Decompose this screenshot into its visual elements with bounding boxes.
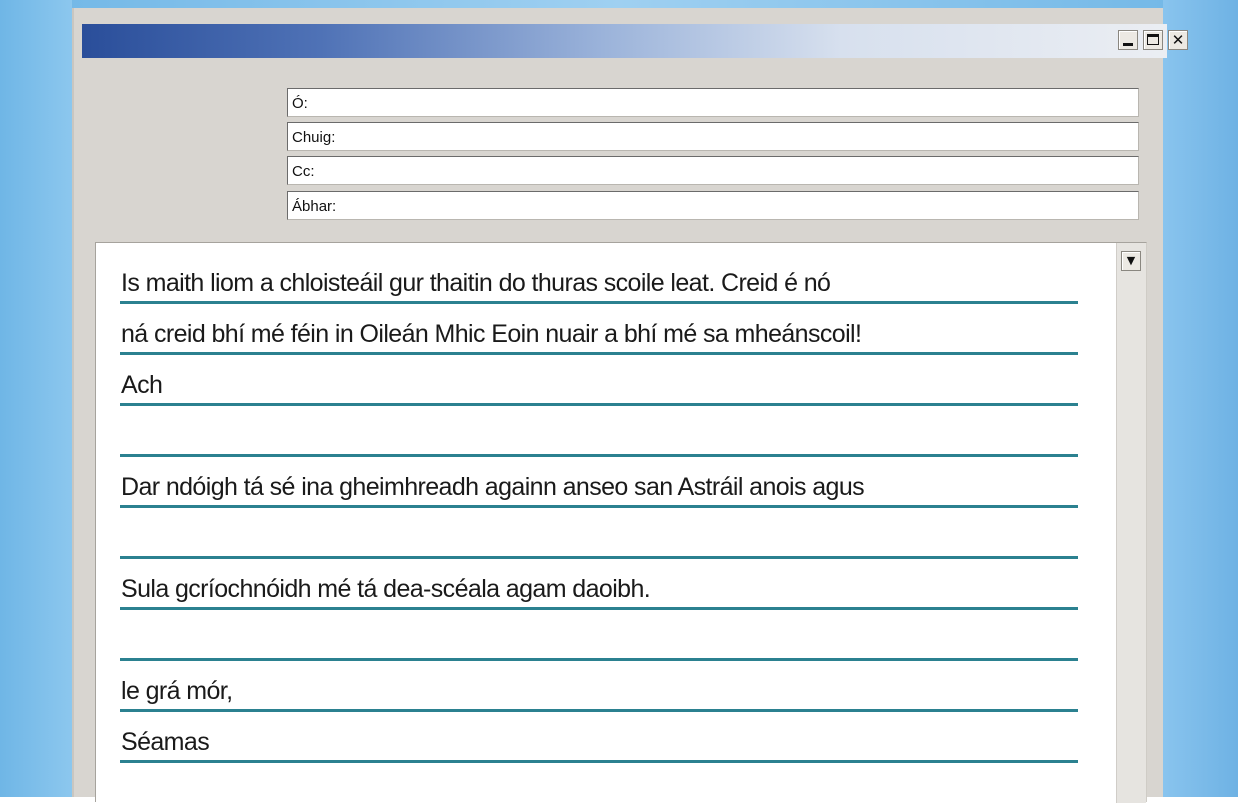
ruled-line-3 bbox=[120, 403, 1078, 406]
message-body[interactable]: Is maith liom a chloisteáil gur thaitin … bbox=[95, 242, 1147, 803]
from-field[interactable]: Ó: bbox=[287, 88, 1139, 117]
body-line-5: Dar ndóigh tá sé ina gheimhreadh againn … bbox=[121, 473, 865, 501]
body-line-2: ná creid bhí mé féin in Oileán Mhic Eoin… bbox=[121, 320, 862, 348]
ruled-line-9 bbox=[120, 709, 1078, 712]
minimize-icon bbox=[1123, 43, 1133, 46]
cc-label: Cc: bbox=[292, 163, 315, 180]
ruled-line-7 bbox=[120, 607, 1078, 610]
title-bar[interactable]: ✕ bbox=[82, 24, 1188, 58]
ruled-line-6 bbox=[120, 556, 1078, 559]
ruled-line-8 bbox=[120, 658, 1078, 661]
body-line-7: Sula gcríochnóidh mé tá dea-scéala agam … bbox=[121, 575, 651, 603]
cc-field[interactable]: Cc: bbox=[287, 156, 1139, 185]
subject-label: Ábhar: bbox=[292, 198, 337, 215]
desktop-background-left bbox=[0, 0, 72, 797]
minimize-button[interactable] bbox=[1118, 30, 1138, 50]
maximize-icon bbox=[1147, 34, 1159, 45]
to-field[interactable]: Chuig: bbox=[287, 122, 1139, 151]
body-line-1: Is maith liom a chloisteáil gur thaitin … bbox=[121, 269, 831, 297]
close-icon: ✕ bbox=[1171, 31, 1185, 49]
ruled-line-2 bbox=[120, 352, 1078, 355]
ruled-line-5 bbox=[120, 505, 1078, 508]
ruled-line-1 bbox=[120, 301, 1078, 304]
scroll-down-button[interactable]: ▼ bbox=[1121, 251, 1141, 271]
from-label: Ó: bbox=[292, 95, 308, 112]
closing-line: le grá mór, bbox=[121, 677, 233, 705]
subject-field[interactable]: Ábhar: bbox=[287, 191, 1139, 220]
ruled-line-4 bbox=[120, 454, 1078, 457]
vertical-scrollbar[interactable]: ▼ bbox=[1116, 243, 1146, 803]
signature-line: Séamas bbox=[121, 728, 210, 756]
triangle-down-icon: ▼ bbox=[1126, 254, 1136, 267]
close-button[interactable]: ✕ bbox=[1168, 30, 1188, 50]
ruled-line-10 bbox=[120, 760, 1078, 763]
desktop-background-right bbox=[1163, 0, 1238, 797]
email-compose-window: ✕ Ó: Chuig: Cc: Ábhar: Is maith liom a c… bbox=[72, 8, 1188, 803]
maximize-button[interactable] bbox=[1143, 30, 1163, 50]
body-line-3: Ach bbox=[121, 371, 163, 399]
to-label: Chuig: bbox=[292, 129, 336, 146]
